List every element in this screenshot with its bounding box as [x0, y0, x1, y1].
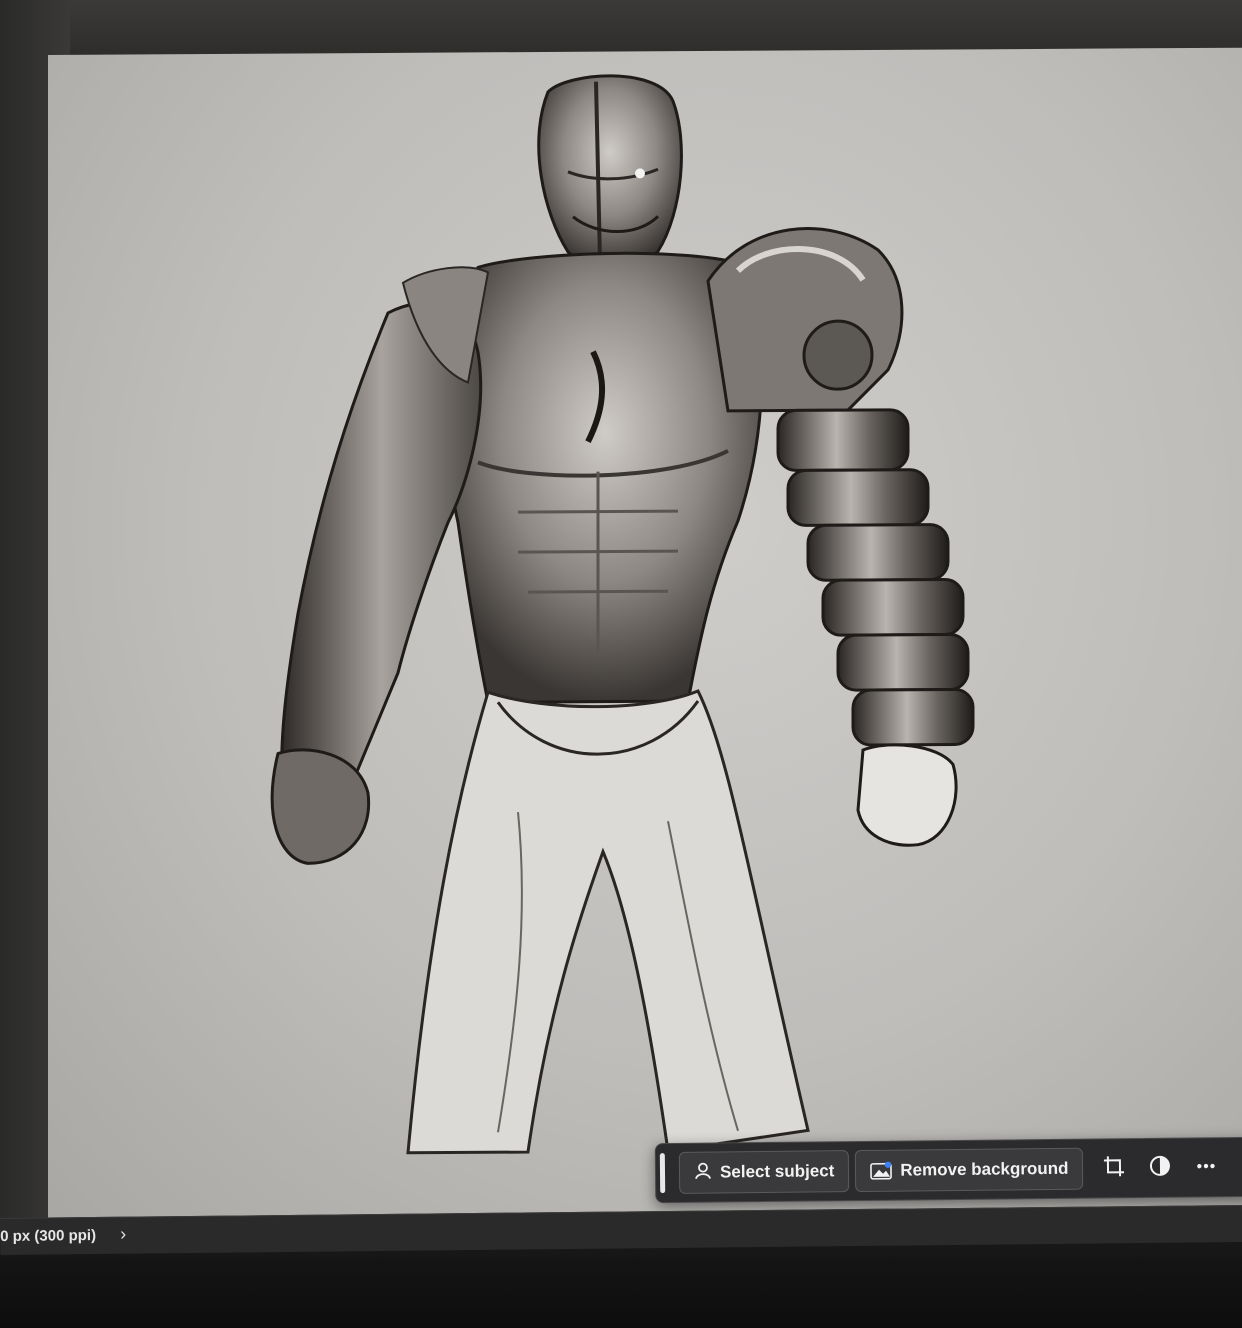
head [537, 74, 683, 268]
select-subject-icon [694, 1161, 712, 1184]
contextual-task-bar[interactable]: Select subject Remove background ••• [654, 1136, 1242, 1204]
remove-background-button[interactable]: Remove background [855, 1147, 1084, 1193]
monitor-bezel-bottom [0, 1256, 1242, 1328]
more-options-button[interactable]: ••• [1185, 1147, 1227, 1187]
crop-button[interactable] [1093, 1148, 1135, 1188]
right-arm-armor [706, 227, 975, 847]
taskbar-grip-handle[interactable] [659, 1153, 666, 1194]
character-artwork [270, 74, 975, 1155]
photo-of-monitor: Select subject Remove background ••• 0 p… [0, 0, 1242, 1328]
more-icon: ••• [1196, 1158, 1217, 1176]
adjustment-icon [1149, 1154, 1171, 1181]
adjustment-button[interactable] [1139, 1148, 1181, 1188]
remove-background-label: Remove background [900, 1158, 1069, 1180]
select-subject-button[interactable]: Select subject [678, 1150, 850, 1194]
document-canvas[interactable] [48, 47, 1242, 1225]
crop-icon [1103, 1155, 1125, 1182]
status-expand-chevron-icon[interactable]: › [120, 1224, 126, 1245]
legs [406, 689, 810, 1155]
left-arm [270, 266, 490, 865]
remove-background-icon [870, 1161, 893, 1180]
select-subject-label: Select subject [719, 1161, 835, 1182]
document-info-text: 0 px (300 ppi) [0, 1226, 97, 1245]
